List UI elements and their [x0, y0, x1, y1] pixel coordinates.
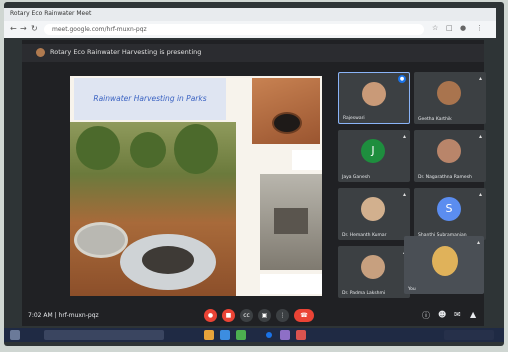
- participant-tile[interactable]: ▴ Geetha Karthik: [414, 72, 486, 124]
- meeting-time: 7:02 AM | hrf-muxn-pqz: [28, 312, 99, 319]
- park-recharge-pit-photo: [70, 122, 236, 296]
- app-icon[interactable]: [296, 330, 306, 340]
- start-icon[interactable]: [10, 330, 20, 340]
- mic-off-icon: ▴: [478, 133, 482, 140]
- shared-slide: Rainwater Harvesting in Parks: [70, 76, 322, 296]
- mic-off-icon: ▴: [476, 239, 480, 246]
- chrome-icon[interactable]: [266, 332, 272, 338]
- tree-shape: [130, 132, 166, 168]
- browser-address-bar: ← → ↻ meet.google.com/hrf-muxn-pqz ☆ □ ●…: [4, 21, 496, 38]
- participant-tile[interactable]: S ▴ Shanthi Subramanian: [414, 188, 486, 240]
- presenter-avatar: [36, 48, 45, 57]
- mic-off-icon: ▴: [478, 191, 482, 198]
- app-icon[interactable]: [236, 330, 246, 340]
- meet-window: Rotary Eco Rainwater Harvesting is prese…: [22, 40, 486, 326]
- dug-pit-photo: [252, 78, 320, 144]
- participant-avatar: [362, 82, 386, 106]
- participant-initial-avatar: S: [437, 197, 461, 221]
- chamber-shape: [274, 208, 308, 234]
- slide-title: Rainwater Harvesting in Parks: [74, 78, 226, 120]
- mic-off-icon: ▴: [478, 75, 482, 82]
- activities-icon[interactable]: ▲: [470, 310, 476, 319]
- participant-name: Rajeswari: [343, 116, 365, 121]
- participant-tile[interactable]: ▴ Dr. Hemanth Kumar: [338, 188, 410, 240]
- taskbar-search[interactable]: [44, 330, 164, 340]
- slide-blank-area: [260, 274, 322, 294]
- large-concrete-ring: [120, 234, 216, 290]
- present-icon[interactable]: ▣: [258, 309, 271, 322]
- browser-title-bar: Rotary Eco Rainwater Meet: [4, 8, 496, 21]
- reload-icon[interactable]: ↻: [31, 25, 38, 33]
- participant-avatar: [361, 197, 385, 221]
- tree-shape: [76, 126, 120, 170]
- url-field[interactable]: meet.google.com/hrf-muxn-pqz: [44, 24, 424, 35]
- mic-off-icon: ▴: [402, 191, 406, 198]
- participant-tile[interactable]: J ▴ Jaya Ganesh: [338, 130, 410, 182]
- forward-icon[interactable]: →: [20, 25, 27, 33]
- app-icon[interactable]: [280, 330, 290, 340]
- folder-icon[interactable]: [204, 330, 214, 340]
- small-concrete-ring: [74, 222, 128, 258]
- menu-icon[interactable]: ⋮: [476, 24, 483, 32]
- participant-name: You: [408, 287, 416, 292]
- chat-icon[interactable]: ✉: [454, 310, 461, 319]
- os-taskbar: [4, 328, 504, 342]
- ring-opening: [142, 246, 194, 274]
- mic-off-icon: ▴: [402, 133, 406, 140]
- bookmark-icon[interactable]: ☆: [432, 24, 438, 32]
- speaking-indicator-icon: ●: [398, 75, 406, 83]
- concrete-chamber-photo: [260, 174, 322, 270]
- participant-tile[interactable]: ▴ Dr. Nagarathna Ramesh: [414, 130, 486, 182]
- participant-name: Jaya Ganesh: [342, 175, 370, 180]
- profile-icon[interactable]: ●: [460, 24, 466, 32]
- participant-tile[interactable]: ▴ Dr. Padma Lakshmi: [338, 246, 410, 298]
- participant-name: Dr. Hemanth Kumar: [342, 233, 387, 238]
- meet-control-bar: 7:02 AM | hrf-muxn-pqz ● ■ cc ▣ ⋮ ☎ ⓘ ☻ …: [22, 306, 484, 326]
- more-icon[interactable]: ⋮: [276, 309, 289, 322]
- browser-tab[interactable]: Rotary Eco Rainwater Meet: [10, 10, 91, 17]
- tree-shape: [174, 124, 218, 174]
- slide-blank-area: [292, 150, 322, 170]
- info-icon[interactable]: ⓘ: [422, 310, 430, 321]
- presenting-text: Rotary Eco Rainwater Harvesting is prese…: [50, 48, 202, 56]
- participant-avatar: [437, 139, 461, 163]
- presenting-banner: Rotary Eco Rainwater Harvesting is prese…: [22, 44, 484, 62]
- people-icon[interactable]: ☻: [438, 310, 446, 319]
- extensions-icon[interactable]: □: [446, 24, 453, 32]
- participant-initial-avatar: J: [361, 139, 385, 163]
- system-tray: [444, 330, 494, 340]
- camera-off-icon[interactable]: ■: [222, 309, 235, 322]
- pit-hole: [272, 112, 302, 134]
- participant-name: Geetha Karthik: [418, 117, 452, 122]
- participant-tile[interactable]: ● Rajeswari: [338, 72, 410, 124]
- browser-icon[interactable]: [220, 330, 230, 340]
- mic-off-icon[interactable]: ●: [204, 309, 217, 322]
- participant-avatar: [437, 81, 461, 105]
- participant-name: Dr. Nagarathna Ramesh: [418, 175, 472, 180]
- end-call-button[interactable]: ☎: [294, 309, 314, 322]
- self-avatar: [432, 246, 458, 276]
- back-icon[interactable]: ←: [10, 25, 17, 33]
- participant-name: Dr. Padma Lakshmi: [342, 291, 386, 296]
- participant-avatar: [361, 255, 385, 279]
- captions-icon[interactable]: cc: [240, 309, 253, 322]
- self-view-tile[interactable]: ▴ You: [404, 236, 484, 294]
